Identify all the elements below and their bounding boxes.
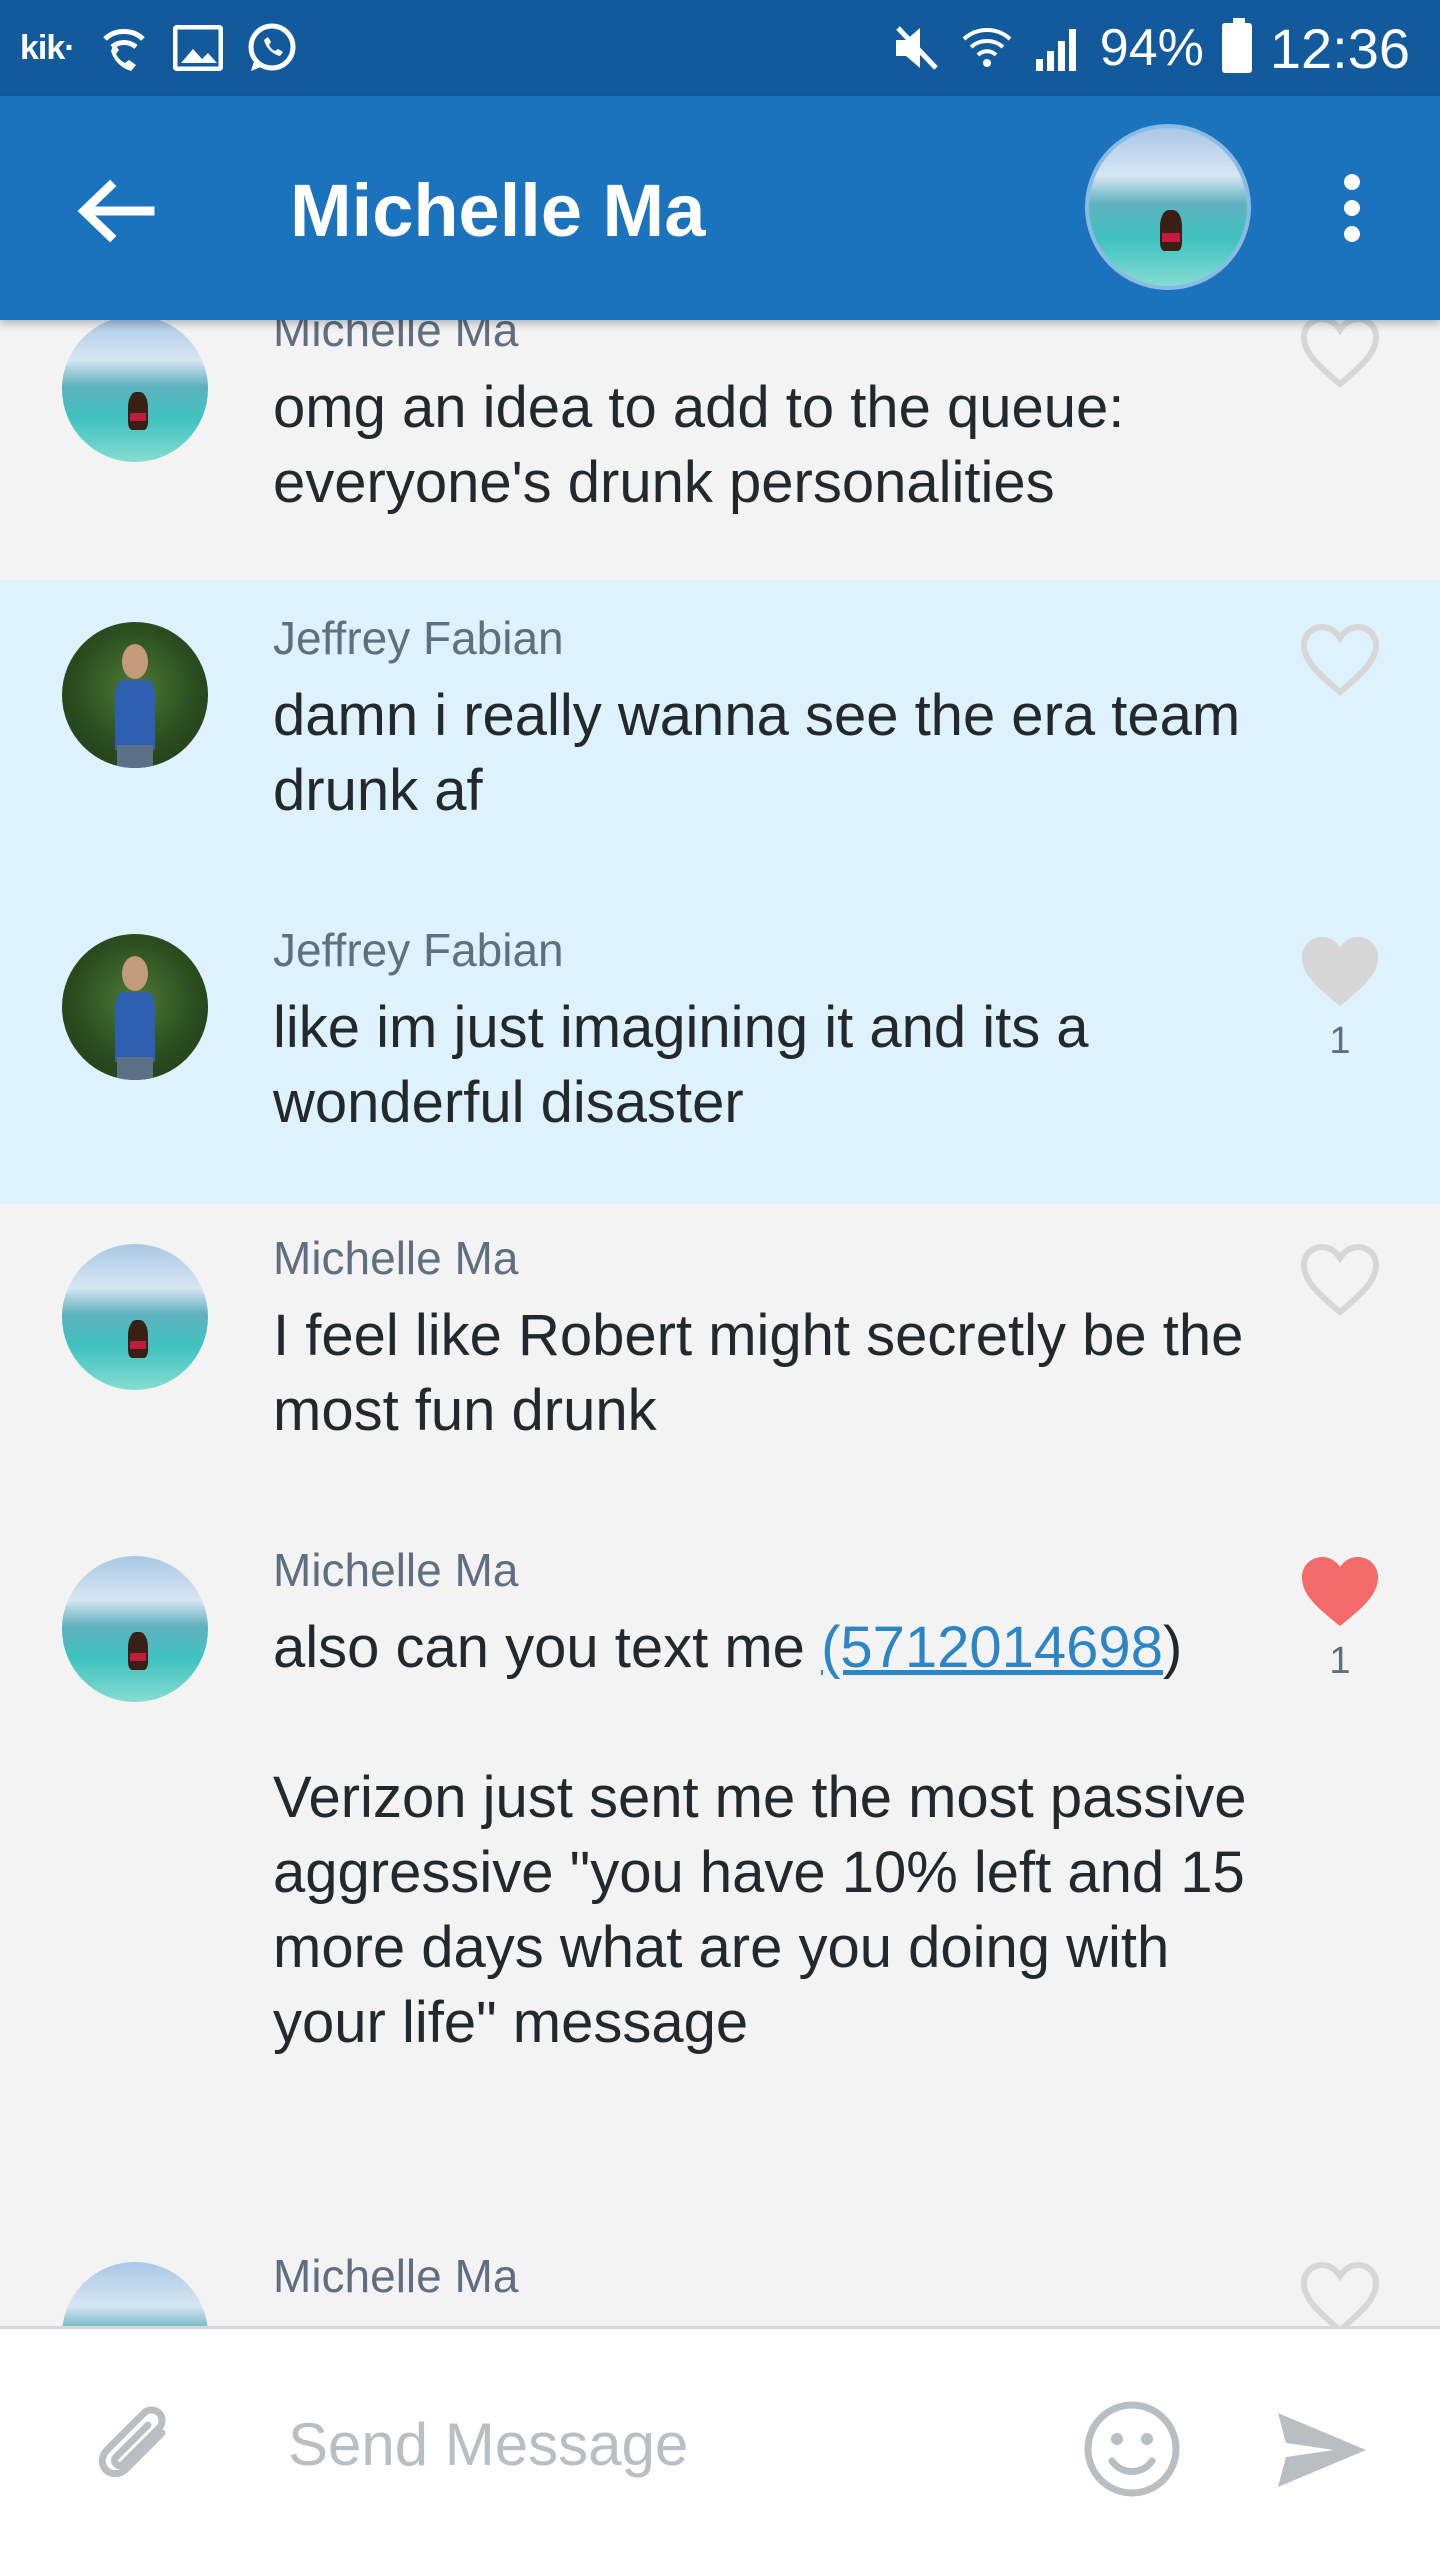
message-row: Michelle Ma omg an idea to add to the qu…	[0, 320, 1440, 580]
status-bar: kik· 94% 12:36	[0, 0, 1440, 96]
message-text: I feel like Robert might secretly be the…	[273, 1303, 1244, 1443]
like-button[interactable]: 1	[1292, 1554, 1388, 1683]
app-bar: Michelle Ma	[0, 96, 1440, 320]
avatar[interactable]	[62, 1244, 208, 1390]
message-input[interactable]	[288, 2389, 1008, 2499]
smiley-icon[interactable]	[1080, 2397, 1184, 2501]
more-vert-icon[interactable]	[1320, 168, 1384, 248]
message-sender: Jeffrey Fabian	[273, 612, 564, 664]
clock: 12:36	[1269, 16, 1410, 80]
message-row: Michelle Ma	[0, 2206, 1440, 2326]
heart-outline-icon	[1300, 320, 1380, 388]
message-text: damn i really wanna see the era team dru…	[273, 683, 1241, 823]
message-sender: Michelle Ma	[273, 2250, 519, 2302]
like-button[interactable]	[1292, 2260, 1388, 2326]
like-count: 1	[1329, 1020, 1351, 1062]
gallery-icon	[172, 25, 223, 71]
like-button[interactable]: 1	[1292, 934, 1388, 1063]
battery-percentage: 94%	[1099, 19, 1204, 77]
header-avatar[interactable]	[1085, 124, 1251, 290]
message-sender: Michelle Ma	[273, 1232, 519, 1284]
heart-filled-icon	[1302, 937, 1378, 1006]
message-row: Jeffrey Fabian damn i really wanna see t…	[0, 580, 1440, 892]
message-text: also can you text me (5712014698) Verizo…	[273, 1610, 1263, 2060]
avatar[interactable]	[62, 1556, 208, 1702]
message-sender: Michelle Ma	[273, 1544, 519, 1596]
wifi-icon	[962, 28, 1012, 67]
message-text-part: also can you text me	[273, 1615, 822, 1680]
whatsapp-icon	[248, 23, 296, 71]
like-button[interactable]	[1292, 622, 1388, 698]
avatar[interactable]	[62, 320, 208, 462]
message-sender: Michelle Ma	[273, 320, 519, 356]
send-icon[interactable]	[1270, 2405, 1370, 2495]
wifi-call-icon	[102, 29, 145, 71]
avatar[interactable]	[62, 934, 208, 1080]
message-text-part: ) Verizon just sent me the most passive …	[273, 1615, 1247, 2055]
mute-icon	[895, 26, 938, 70]
heart-outline-icon	[1300, 2261, 1380, 2326]
message-text: like im just imagining it and its a wond…	[273, 995, 1089, 1135]
status-bar-left: kik·	[20, 0, 299, 96]
battery-icon	[1221, 18, 1252, 73]
paperclip-icon[interactable]	[92, 2403, 188, 2499]
heart-filled-icon	[1302, 1557, 1378, 1626]
message-row: Jeffrey Fabian like im just imagining it…	[0, 892, 1440, 1204]
message-row: Michelle Ma also can you text me (571201…	[0, 1516, 1440, 2206]
status-bar-right: 94% 12:36	[890, 0, 1410, 96]
avatar[interactable]	[62, 622, 208, 768]
chat-title[interactable]: Michelle Ma	[290, 166, 705, 256]
message-composer	[0, 2326, 1440, 2560]
message-sender: Jeffrey Fabian	[273, 924, 564, 976]
kik-icon: kik·	[20, 28, 76, 67]
signal-icon	[1035, 29, 1076, 71]
phone-link[interactable]: (5712014698	[821, 1615, 1163, 1680]
message-list[interactable]: Michelle Ma omg an idea to add to the qu…	[0, 320, 1440, 2326]
heart-outline-icon	[1300, 1243, 1380, 1316]
heart-outline-icon	[1300, 623, 1380, 696]
like-button[interactable]	[1292, 1242, 1388, 1318]
message-text: omg an idea to add to the queue: everyon…	[273, 375, 1125, 515]
like-button[interactable]	[1292, 320, 1388, 390]
message-row: Michelle Ma I feel like Robert might sec…	[0, 1204, 1440, 1516]
like-count: 1	[1329, 1640, 1351, 1682]
avatar[interactable]	[62, 2262, 208, 2326]
back-button[interactable]	[70, 166, 160, 256]
